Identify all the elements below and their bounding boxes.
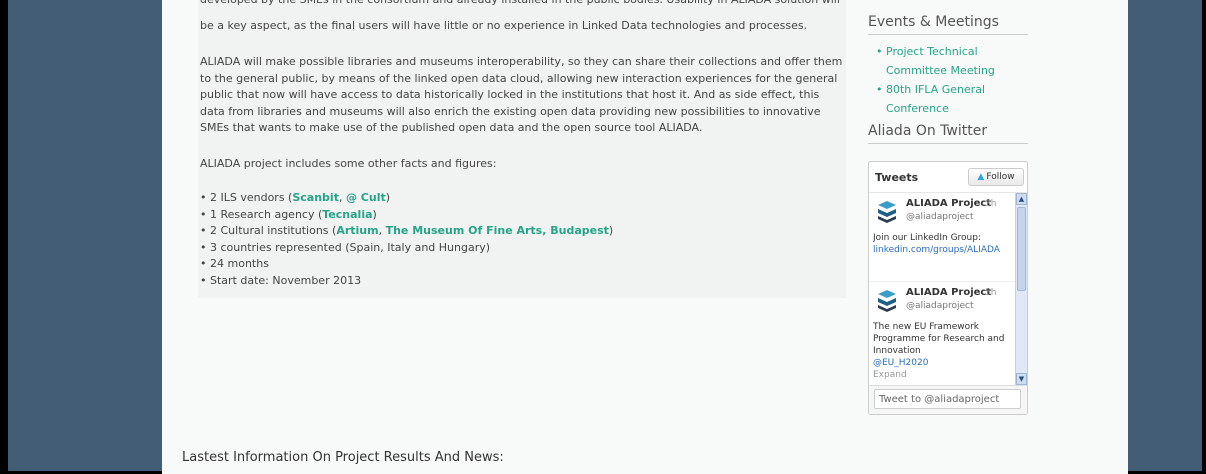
- fact-text: 1 Research agency (: [210, 207, 323, 221]
- event-item: 80th IFLA General Conference: [872, 80, 1028, 118]
- aliada-logo-avatar-icon[interactable]: [877, 201, 897, 223]
- fact-separator: ,: [378, 224, 386, 237]
- scroll-down-arrow-icon[interactable]: ▼: [1016, 373, 1027, 385]
- tweet-expand-link[interactable]: Expand: [873, 369, 1011, 381]
- twitter-bird-icon: ▲: [977, 172, 985, 182]
- link-museum-fine-arts-budapest[interactable]: The Museum Of Fine Arts, Budapest: [386, 224, 609, 237]
- article-paragraph-3: ALIADA project includes some other facts…: [200, 157, 497, 170]
- twitter-header: Tweets ▲ Follow: [869, 162, 1027, 193]
- timeline-scrollbar[interactable]: ▲ ▼: [1015, 193, 1027, 385]
- tweet-author[interactable]: ALIADA Project: [906, 287, 991, 298]
- page-content: developed by the SMEs in the consortium …: [162, 0, 1128, 474]
- fact-text: 2 Cultural institutions (: [210, 224, 337, 237]
- event-item: Project Technical Committee Meeting: [872, 42, 1028, 80]
- tweet-link-linkedin[interactable]: linkedin.com/groups/ALIADA: [873, 245, 1000, 255]
- latest-news-heading: Lastest Information On Project Results A…: [182, 450, 504, 465]
- tweet-link-eu-h2020[interactable]: @EU_H2020: [873, 358, 928, 368]
- twitter-widget: Tweets ▲ Follow ALIADA Project 3h @aliada…: [868, 161, 1028, 415]
- tweet-text-line: Join our LinkedIn Group:: [873, 233, 982, 243]
- fact-separator: ,: [338, 191, 346, 204]
- aliada-twitter-title: Aliada On Twitter: [868, 123, 1028, 144]
- fact-cultural-institutions: 2 Cultural institutions (Artium, The Mus…: [200, 223, 613, 240]
- window-border-left: [0, 0, 8, 474]
- article-paragraph-1: be a key aspect, as the final users will…: [200, 19, 808, 32]
- events-meetings-title: Events & Meetings: [868, 14, 1028, 35]
- article-paragraph-2: ALIADA will make possible libraries and …: [200, 55, 843, 134]
- fact-research-agency: 1 Research agency (Tecnalia): [200, 207, 613, 224]
- tweet-to-input[interactable]: Tweet to @aliadaproject: [874, 389, 1021, 409]
- follow-label: Follow: [986, 172, 1015, 182]
- twitter-footer: Tweet to @aliadaproject: [869, 385, 1027, 414]
- scrollbar-thumb[interactable]: [1017, 207, 1026, 291]
- tweet-handle[interactable]: @aliadaproject: [906, 212, 974, 222]
- link-scanbit[interactable]: Scanbit: [292, 191, 339, 204]
- fact-text: 2 ILS vendors (: [210, 191, 293, 204]
- link-at-cult[interactable]: @ Cult: [346, 191, 386, 204]
- tweet-handle[interactable]: @aliadaproject: [906, 301, 974, 311]
- article-body: developed by the SMEs in the consortium …: [198, 0, 846, 298]
- facts-list: 2 ILS vendors (Scanbit, @ Cult) 1 Resear…: [200, 190, 613, 289]
- link-tecnalia[interactable]: Tecnalia: [322, 208, 372, 221]
- fact-text: ): [385, 191, 391, 204]
- tweet-time[interactable]: 3h: [985, 199, 996, 209]
- link-artium[interactable]: Artium: [336, 224, 378, 237]
- tweets-heading: Tweets: [875, 171, 919, 184]
- article-cut-line: developed by the SMEs in the consortium …: [200, 0, 846, 8]
- tweet-item: ALIADA Project 5h @aliadaproject The new…: [869, 282, 1015, 385]
- event-link-ifla-conference[interactable]: 80th IFLA General Conference: [886, 83, 985, 115]
- scroll-up-arrow-icon[interactable]: ▲: [1016, 193, 1027, 205]
- fact-start-date: Start date: November 2013: [200, 273, 613, 290]
- follow-button[interactable]: ▲ Follow: [968, 168, 1024, 186]
- fact-text: ): [372, 207, 377, 221]
- events-list: Project Technical Committee Meeting 80th…: [872, 42, 1028, 118]
- tweet-time[interactable]: 5h: [985, 288, 996, 298]
- tweet-item: ALIADA Project 3h @aliadaproject Join ou…: [869, 193, 1015, 282]
- tweet-text: Join our LinkedIn Group: linkedin.com/gr…: [873, 232, 1011, 256]
- tweet-text: The new EU Framework Programme for Resea…: [873, 321, 1011, 381]
- fact-text: ): [608, 224, 614, 237]
- fact-countries: 3 countries represented (Spain, Italy an…: [200, 240, 613, 257]
- fact-duration: 24 months: [200, 256, 613, 273]
- fact-ils-vendors: 2 ILS vendors (Scanbit, @ Cult): [200, 190, 613, 207]
- tweet-timeline[interactable]: ALIADA Project 3h @aliadaproject Join ou…: [869, 193, 1015, 385]
- event-link-technical-committee[interactable]: Project Technical Committee Meeting: [886, 45, 995, 77]
- tweet-author[interactable]: ALIADA Project: [906, 198, 991, 209]
- tweet-text-line: The new EU Framework Programme for Resea…: [873, 322, 1005, 356]
- window-border-right: [1202, 0, 1206, 474]
- aliada-logo-avatar-icon[interactable]: [877, 290, 897, 312]
